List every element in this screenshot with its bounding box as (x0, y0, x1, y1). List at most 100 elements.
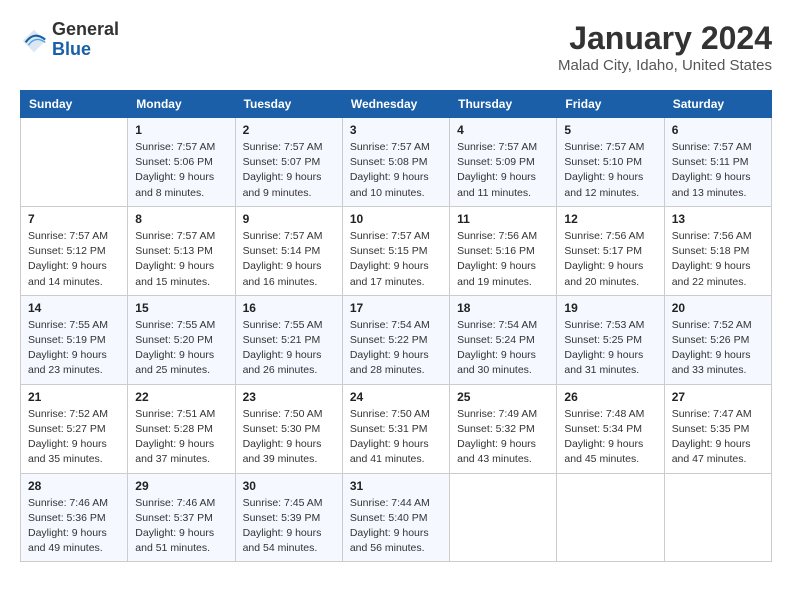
day-number: 10 (350, 212, 442, 226)
day-info: Sunrise: 7:57 AMSunset: 5:08 PMDaylight:… (350, 140, 442, 201)
day-info: Sunrise: 7:57 AMSunset: 5:10 PMDaylight:… (564, 140, 656, 201)
column-header-sunday: Sunday (21, 91, 128, 118)
day-info: Sunrise: 7:51 AMSunset: 5:28 PMDaylight:… (135, 407, 227, 468)
calendar-cell: 22 Sunrise: 7:51 AMSunset: 5:28 PMDayligh… (128, 384, 235, 473)
day-info: Sunrise: 7:50 AMSunset: 5:31 PMDaylight:… (350, 407, 442, 468)
day-number: 5 (564, 123, 656, 137)
calendar-cell: 8 Sunrise: 7:57 AMSunset: 5:13 PMDaylight… (128, 206, 235, 295)
day-info: Sunrise: 7:55 AMSunset: 5:19 PMDaylight:… (28, 318, 120, 379)
day-number: 9 (243, 212, 335, 226)
calendar-cell: 2Sunrise: 7:57 AMSunset: 5:07 PMDaylight… (235, 118, 342, 207)
day-number: 8 (135, 212, 227, 226)
day-info: Sunrise: 7:57 AMSunset: 5:09 PMDaylight:… (457, 140, 549, 201)
day-number: 7 (28, 212, 120, 226)
day-number: 15 (135, 301, 227, 315)
day-number: 3 (350, 123, 442, 137)
day-number: 25 (457, 390, 549, 404)
day-number: 20 (672, 301, 764, 315)
calendar-cell: 29 Sunrise: 7:46 AMSunset: 5:37 PMDayligh… (128, 473, 235, 562)
calendar-cell: 10 Sunrise: 7:57 AMSunset: 5:15 PMDayligh… (342, 206, 449, 295)
day-info: Sunrise: 7:57 AMSunset: 5:12 PMDaylight:… (28, 229, 120, 290)
column-header-friday: Friday (557, 91, 664, 118)
calendar-cell: 16 Sunrise: 7:55 AMSunset: 5:21 PMDayligh… (235, 295, 342, 384)
column-header-saturday: Saturday (664, 91, 771, 118)
day-info: Sunrise: 7:57 AMSunset: 5:15 PMDaylight:… (350, 229, 442, 290)
day-number: 28 (28, 479, 120, 493)
day-number: 16 (243, 301, 335, 315)
day-info: Sunrise: 7:56 AMSunset: 5:18 PMDaylight:… (672, 229, 764, 290)
day-info: Sunrise: 7:48 AMSunset: 5:34 PMDaylight:… (564, 407, 656, 468)
calendar-week-row: 1Sunrise: 7:57 AMSunset: 5:06 PMDaylight… (21, 118, 772, 207)
day-info: Sunrise: 7:44 AMSunset: 5:40 PMDaylight:… (350, 496, 442, 557)
day-number: 14 (28, 301, 120, 315)
day-number: 27 (672, 390, 764, 404)
day-info: Sunrise: 7:54 AMSunset: 5:22 PMDaylight:… (350, 318, 442, 379)
calendar-week-row: 7 Sunrise: 7:57 AMSunset: 5:12 PMDaylight… (21, 206, 772, 295)
day-number: 21 (28, 390, 120, 404)
calendar-cell: 13 Sunrise: 7:56 AMSunset: 5:18 PMDayligh… (664, 206, 771, 295)
calendar-cell: 28 Sunrise: 7:46 AMSunset: 5:36 PMDayligh… (21, 473, 128, 562)
day-info: Sunrise: 7:45 AMSunset: 5:39 PMDaylight:… (243, 496, 335, 557)
calendar-title: January 2024 (558, 20, 772, 57)
calendar-cell (450, 473, 557, 562)
day-number: 11 (457, 212, 549, 226)
day-info: Sunrise: 7:55 AMSunset: 5:21 PMDaylight:… (243, 318, 335, 379)
calendar-cell (21, 118, 128, 207)
day-info: Sunrise: 7:46 AMSunset: 5:36 PMDaylight:… (28, 496, 120, 557)
column-header-thursday: Thursday (450, 91, 557, 118)
column-header-monday: Monday (128, 91, 235, 118)
column-header-wednesday: Wednesday (342, 91, 449, 118)
calendar-cell: 25 Sunrise: 7:49 AMSunset: 5:32 PMDayligh… (450, 384, 557, 473)
day-info: Sunrise: 7:54 AMSunset: 5:24 PMDaylight:… (457, 318, 549, 379)
calendar-cell: 26Sunrise: 7:48 AMSunset: 5:34 PMDayligh… (557, 384, 664, 473)
day-number: 31 (350, 479, 442, 493)
day-number: 6 (672, 123, 764, 137)
calendar-cell: 23Sunrise: 7:50 AMSunset: 5:30 PMDayligh… (235, 384, 342, 473)
calendar-table: SundayMondayTuesdayWednesdayThursdayFrid… (20, 90, 772, 562)
day-info: Sunrise: 7:56 AMSunset: 5:16 PMDaylight:… (457, 229, 549, 290)
title-block: January 2024 Malad City, Idaho, United S… (558, 20, 772, 74)
day-info: Sunrise: 7:52 AMSunset: 5:26 PMDaylight:… (672, 318, 764, 379)
calendar-cell: 4 Sunrise: 7:57 AMSunset: 5:09 PMDaylight… (450, 118, 557, 207)
calendar-cell: 7 Sunrise: 7:57 AMSunset: 5:12 PMDaylight… (21, 206, 128, 295)
calendar-cell: 18 Sunrise: 7:54 AMSunset: 5:24 PMDayligh… (450, 295, 557, 384)
day-info: Sunrise: 7:49 AMSunset: 5:32 PMDaylight:… (457, 407, 549, 468)
calendar-cell: 12Sunrise: 7:56 AMSunset: 5:17 PMDayligh… (557, 206, 664, 295)
calendar-cell (557, 473, 664, 562)
calendar-cell: 3 Sunrise: 7:57 AMSunset: 5:08 PMDaylight… (342, 118, 449, 207)
calendar-cell: 9Sunrise: 7:57 AMSunset: 5:14 PMDaylight… (235, 206, 342, 295)
day-number: 19 (564, 301, 656, 315)
day-number: 17 (350, 301, 442, 315)
calendar-cell: 5 Sunrise: 7:57 AMSunset: 5:10 PMDaylight… (557, 118, 664, 207)
day-info: Sunrise: 7:46 AMSunset: 5:37 PMDaylight:… (135, 496, 227, 557)
day-info: Sunrise: 7:56 AMSunset: 5:17 PMDaylight:… (564, 229, 656, 290)
day-info: Sunrise: 7:53 AMSunset: 5:25 PMDaylight:… (564, 318, 656, 379)
day-info: Sunrise: 7:55 AMSunset: 5:20 PMDaylight:… (135, 318, 227, 379)
calendar-cell: 14 Sunrise: 7:55 AMSunset: 5:19 PMDayligh… (21, 295, 128, 384)
day-number: 2 (243, 123, 335, 137)
day-number: 23 (243, 390, 335, 404)
calendar-cell: 17 Sunrise: 7:54 AMSunset: 5:22 PMDayligh… (342, 295, 449, 384)
calendar-cell (664, 473, 771, 562)
calendar-week-row: 21 Sunrise: 7:52 AMSunset: 5:27 PMDayligh… (21, 384, 772, 473)
day-info: Sunrise: 7:57 AMSunset: 5:13 PMDaylight:… (135, 229, 227, 290)
logo-icon (20, 27, 48, 55)
day-number: 4 (457, 123, 549, 137)
calendar-cell: 20 Sunrise: 7:52 AMSunset: 5:26 PMDayligh… (664, 295, 771, 384)
calendar-subtitle: Malad City, Idaho, United States (558, 57, 772, 74)
calendar-cell: 30Sunrise: 7:45 AMSunset: 5:39 PMDayligh… (235, 473, 342, 562)
day-number: 1 (135, 123, 227, 137)
calendar-cell: 15 Sunrise: 7:55 AMSunset: 5:20 PMDayligh… (128, 295, 235, 384)
day-number: 18 (457, 301, 549, 315)
day-number: 22 (135, 390, 227, 404)
day-info: Sunrise: 7:52 AMSunset: 5:27 PMDaylight:… (28, 407, 120, 468)
logo-general: General (52, 20, 119, 40)
day-number: 13 (672, 212, 764, 226)
calendar-cell: 21 Sunrise: 7:52 AMSunset: 5:27 PMDayligh… (21, 384, 128, 473)
calendar-header-row: SundayMondayTuesdayWednesdayThursdayFrid… (21, 91, 772, 118)
calendar-week-row: 14 Sunrise: 7:55 AMSunset: 5:19 PMDayligh… (21, 295, 772, 384)
day-number: 29 (135, 479, 227, 493)
calendar-cell: 11 Sunrise: 7:56 AMSunset: 5:16 PMDayligh… (450, 206, 557, 295)
logo: General Blue (20, 20, 119, 60)
day-number: 24 (350, 390, 442, 404)
